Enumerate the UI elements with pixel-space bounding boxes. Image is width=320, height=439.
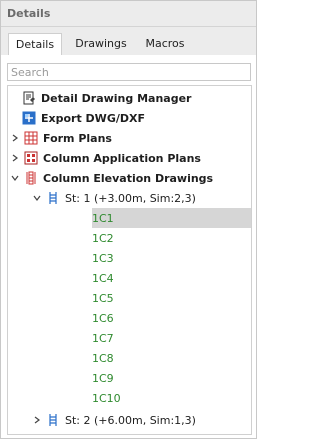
tree-item-label: Column Application Plans <box>43 151 201 165</box>
details-panel: Details Details Drawings Macros Detail D… <box>0 0 257 439</box>
column-application-plans-icon <box>24 151 38 165</box>
tab-bar: Details Drawings Macros <box>1 27 256 55</box>
tree-leaf-1c9[interactable]: 1C9 <box>92 368 114 388</box>
tree-item-column-application-plans[interactable]: Column Application Plans <box>10 148 201 168</box>
tree-item-column-elevation-drawings[interactable]: Column Elevation Drawings <box>10 168 213 188</box>
column-elevation-drawings-icon <box>24 171 38 185</box>
search-input[interactable] <box>8 64 250 80</box>
tab-details[interactable]: Details <box>8 33 62 55</box>
chevron-right-icon[interactable] <box>32 415 42 425</box>
tab-drawings[interactable]: Drawings <box>71 33 131 55</box>
panel-title: Details <box>1 1 256 27</box>
tree-item-label: Export DWG/DXF <box>41 111 145 125</box>
tree-item-storey-2[interactable]: St: 2 (+6.00m, Sim:1,3) <box>32 410 196 430</box>
tree-leaf-1c1[interactable]: 1C1 <box>92 208 114 228</box>
chevron-down-icon[interactable] <box>10 173 20 183</box>
tree-item-form-plans[interactable]: Form Plans <box>10 128 112 148</box>
selection-highlight <box>92 208 251 228</box>
tree-leaf-1c5[interactable]: 1C5 <box>92 288 114 308</box>
storey-icon <box>46 191 60 205</box>
tree-leaf-1c10[interactable]: 1C10 <box>92 388 121 408</box>
search-box <box>7 63 251 81</box>
tree-item-export-dwg-dxf[interactable]: Export DWG/DXF <box>22 108 145 128</box>
tree-view: Detail Drawing Manager Export DWG/DXF Fo… <box>7 85 252 435</box>
tree-item-label: Form Plans <box>43 131 112 145</box>
tree-item-label: St: 1 (+3.00m, Sim:2,3) <box>65 191 196 205</box>
tree-leaf-1c6[interactable]: 1C6 <box>92 308 114 328</box>
chevron-right-icon[interactable] <box>10 153 20 163</box>
chevron-right-icon[interactable] <box>10 133 20 143</box>
chevron-down-icon[interactable] <box>32 193 42 203</box>
tree-leaf-1c3[interactable]: 1C3 <box>92 248 114 268</box>
tree-item-label: Detail Drawing Manager <box>41 91 192 105</box>
detail-drawing-manager-icon <box>22 91 36 105</box>
tree-leaf-1c8[interactable]: 1C8 <box>92 348 114 368</box>
tree-leaf-1c2[interactable]: 1C2 <box>92 228 114 248</box>
export-dwg-icon <box>22 111 36 125</box>
storey-icon <box>46 413 60 427</box>
tree-item-label: Column Elevation Drawings <box>43 171 214 185</box>
tree-leaf-1c7[interactable]: 1C7 <box>92 328 114 348</box>
tree-leaf-1c4[interactable]: 1C4 <box>92 268 114 288</box>
tree-item-detail-drawing-manager[interactable]: Detail Drawing Manager <box>22 88 191 108</box>
tab-macros[interactable]: Macros <box>137 33 193 55</box>
tree-item-storey-1[interactable]: St: 1 (+3.00m, Sim:2,3) <box>32 188 196 208</box>
tree-item-label: St: 2 (+6.00m, Sim:1,3) <box>65 413 196 427</box>
form-plans-icon <box>24 131 38 145</box>
